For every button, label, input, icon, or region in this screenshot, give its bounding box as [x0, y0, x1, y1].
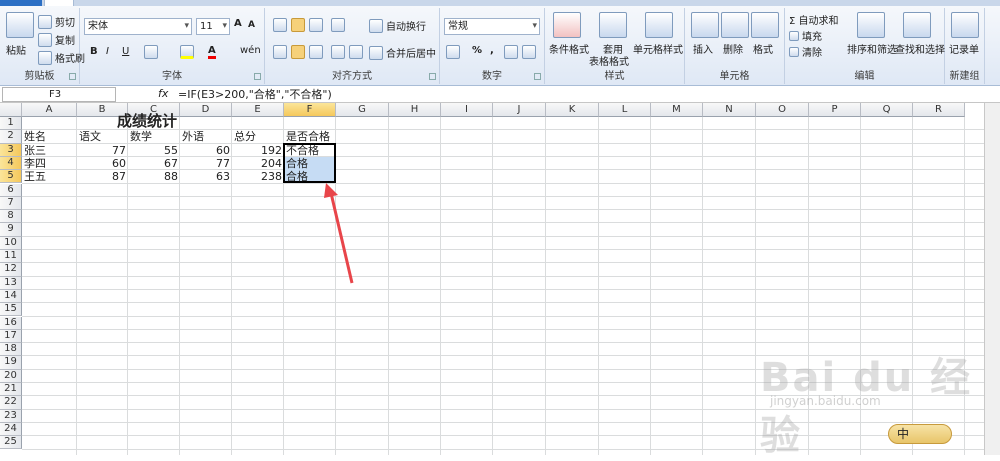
- ime-toolbar[interactable]: 中: [888, 424, 952, 444]
- red-arrow-head-icon: [324, 183, 338, 198]
- red-arrow-icon: [329, 192, 354, 284]
- ime-mode-label: 中: [897, 427, 910, 441]
- baidu-watermark-url: jingyan.baidu.com: [770, 394, 881, 408]
